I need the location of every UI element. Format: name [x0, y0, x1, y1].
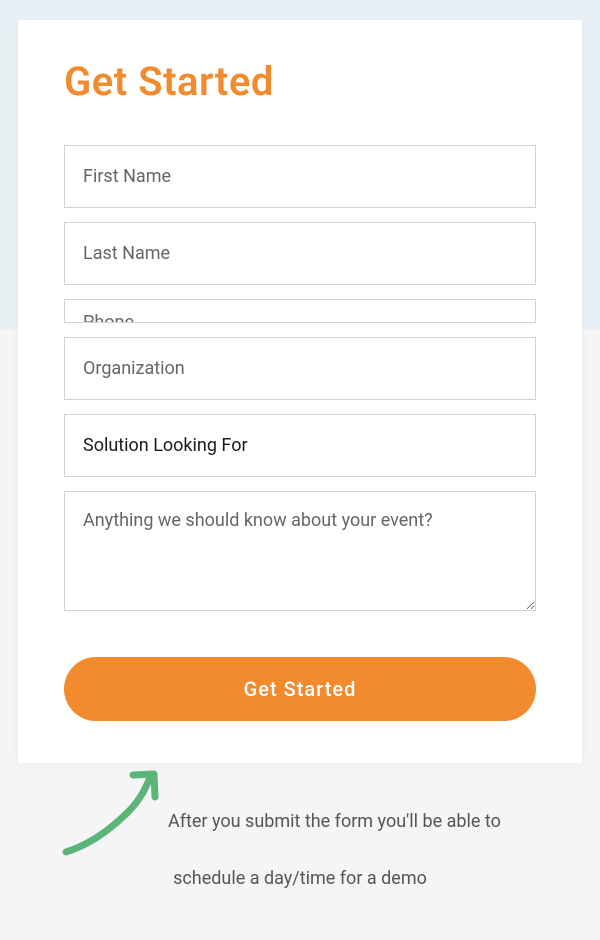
arrow-icon [58, 767, 168, 857]
get-started-button[interactable]: Get Started [64, 657, 536, 721]
phone-input-wrap [64, 299, 536, 323]
solution-select-label: Solution Looking For [83, 435, 248, 456]
page-title: Get Started [64, 58, 536, 105]
solution-select[interactable]: Solution Looking For [64, 414, 536, 477]
notes-textarea[interactable] [64, 491, 536, 611]
footer: After you submit the form you'll be able… [0, 763, 600, 889]
first-name-input[interactable] [64, 145, 536, 208]
last-name-input[interactable] [64, 222, 536, 285]
footer-line2: schedule a day/time for a demo [40, 868, 560, 889]
phone-input[interactable] [65, 302, 535, 323]
form-card: Get Started Solution Looking For Get Sta… [18, 20, 582, 763]
organization-input[interactable] [64, 337, 536, 400]
